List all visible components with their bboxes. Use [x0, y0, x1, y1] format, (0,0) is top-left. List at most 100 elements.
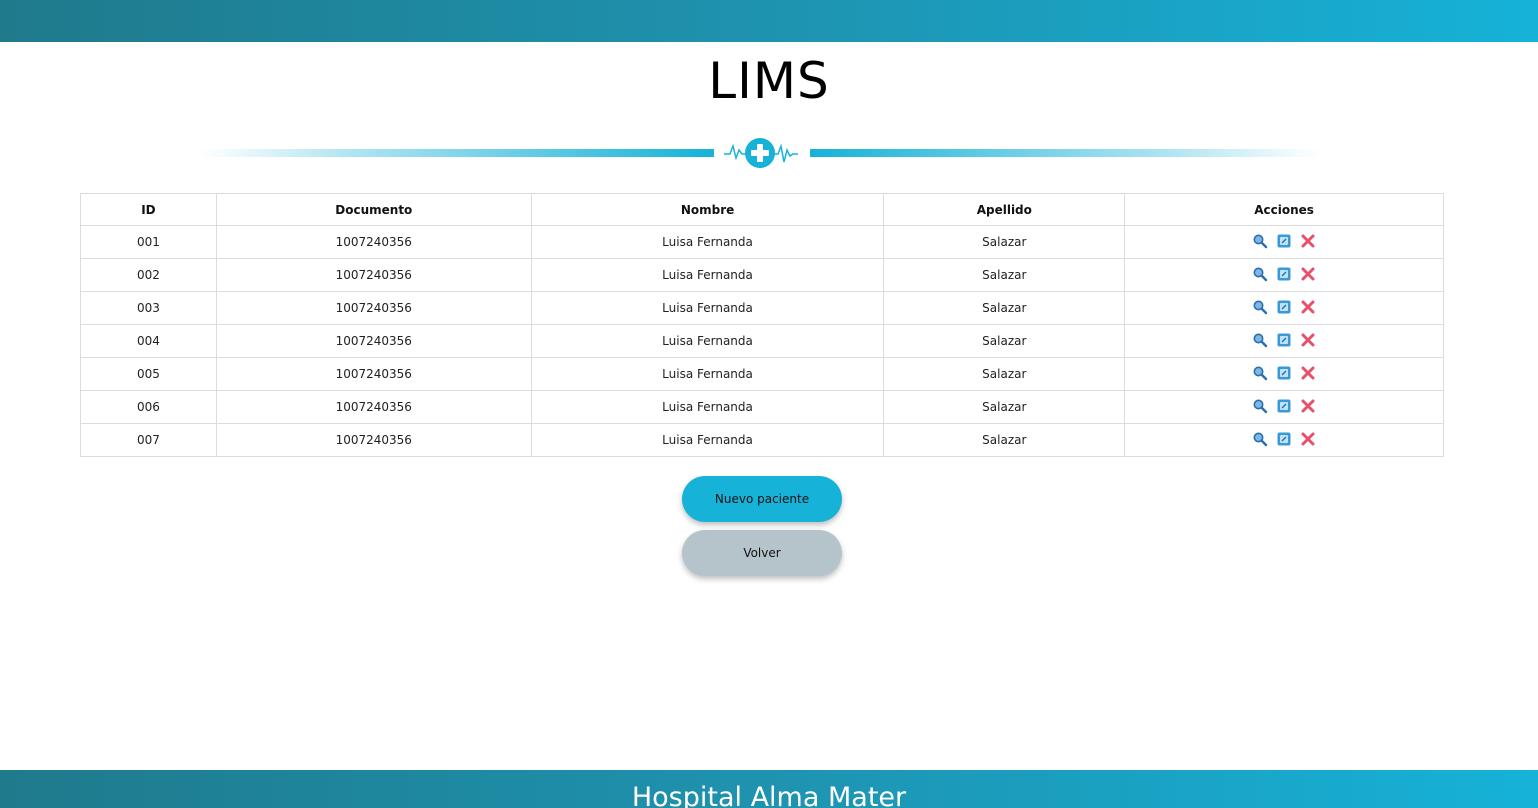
- cell-apellido: Salazar: [883, 423, 1126, 457]
- delete-button[interactable]: [1300, 266, 1316, 282]
- edit-button[interactable]: [1276, 332, 1292, 348]
- cell-documento: 1007240356: [215, 225, 532, 259]
- column-header-id: ID: [80, 193, 217, 226]
- title-divider: [200, 128, 1320, 178]
- cell-id: 001: [80, 225, 217, 259]
- edit-button[interactable]: [1276, 233, 1292, 249]
- edit-button[interactable]: [1276, 365, 1292, 381]
- cell-id: 005: [80, 357, 217, 391]
- patients-table-wrapper: ID Documento Nombre Apellido Acciones 00…: [80, 193, 1444, 457]
- edit-icon: [1276, 234, 1292, 252]
- delete-button[interactable]: [1300, 332, 1316, 348]
- table-row: 007 1007240356 Luisa Fernanda Salazar: [80, 423, 1444, 457]
- search-icon: [1252, 399, 1268, 417]
- column-header-documento: Documento: [215, 193, 532, 226]
- cell-nombre: Luisa Fernanda: [530, 390, 885, 424]
- delete-icon: [1300, 432, 1316, 450]
- page-title: LIMS: [708, 52, 830, 110]
- patients-table: ID Documento Nombre Apellido Acciones 00…: [80, 193, 1444, 457]
- cell-acciones: [1124, 324, 1444, 358]
- cell-apellido: Salazar: [883, 291, 1126, 325]
- cell-nombre: Luisa Fernanda: [530, 258, 885, 292]
- delete-button[interactable]: [1300, 398, 1316, 414]
- table-row: 002 1007240356 Luisa Fernanda Salazar: [80, 258, 1444, 292]
- row-actions: [1252, 233, 1316, 249]
- cell-id: 002: [80, 258, 217, 292]
- cell-documento: 1007240356: [215, 258, 532, 292]
- view-button[interactable]: [1252, 365, 1268, 381]
- cell-acciones: [1124, 291, 1444, 325]
- delete-button[interactable]: [1300, 299, 1316, 315]
- cell-documento: 1007240356: [215, 291, 532, 325]
- edit-button[interactable]: [1276, 266, 1292, 282]
- edit-icon: [1276, 267, 1292, 285]
- page: LIMS ID Documento Nombre Apellido Accion…: [0, 0, 1538, 808]
- cell-acciones: [1124, 357, 1444, 391]
- delete-icon: [1300, 267, 1316, 285]
- table-row: 006 1007240356 Luisa Fernanda Salazar: [80, 390, 1444, 424]
- footer: Hospital Alma Mater: [0, 770, 1538, 808]
- table-body: 001 1007240356 Luisa Fernanda Salazar 002 100…: [80, 225, 1444, 457]
- delete-button[interactable]: [1300, 431, 1316, 447]
- cell-documento: 1007240356: [215, 324, 532, 358]
- table-row: 001 1007240356 Luisa Fernanda Salazar: [80, 225, 1444, 259]
- cell-apellido: Salazar: [883, 258, 1126, 292]
- view-button[interactable]: [1252, 398, 1268, 414]
- delete-icon: [1300, 333, 1316, 351]
- cell-apellido: Salazar: [883, 357, 1126, 391]
- delete-icon: [1300, 234, 1316, 252]
- row-actions: [1252, 431, 1316, 447]
- edit-icon: [1276, 366, 1292, 384]
- cell-id: 004: [80, 324, 217, 358]
- row-actions: [1252, 266, 1316, 282]
- cell-id: 003: [80, 291, 217, 325]
- cell-apellido: Salazar: [883, 225, 1126, 259]
- search-icon: [1252, 333, 1268, 351]
- medical-pulse-icon: [724, 138, 798, 168]
- cell-acciones: [1124, 423, 1444, 457]
- back-button[interactable]: Volver: [682, 530, 842, 576]
- delete-button[interactable]: [1300, 365, 1316, 381]
- row-actions: [1252, 398, 1316, 414]
- delete-button[interactable]: [1300, 233, 1316, 249]
- cell-documento: 1007240356: [215, 357, 532, 391]
- edit-icon: [1276, 399, 1292, 417]
- column-header-apellido: Apellido: [883, 193, 1126, 226]
- cell-acciones: [1124, 225, 1444, 259]
- cell-apellido: Salazar: [883, 324, 1126, 358]
- view-button[interactable]: [1252, 299, 1268, 315]
- cell-acciones: [1124, 390, 1444, 424]
- delete-icon: [1300, 300, 1316, 318]
- column-header-acciones: Acciones: [1124, 193, 1444, 226]
- view-button[interactable]: [1252, 332, 1268, 348]
- search-icon: [1252, 234, 1268, 252]
- view-button[interactable]: [1252, 266, 1268, 282]
- view-button[interactable]: [1252, 233, 1268, 249]
- edit-button[interactable]: [1276, 431, 1292, 447]
- divider-line-right: [810, 149, 1320, 157]
- edit-icon: [1276, 432, 1292, 450]
- cell-nombre: Luisa Fernanda: [530, 291, 885, 325]
- search-icon: [1252, 432, 1268, 450]
- new-patient-button[interactable]: Nuevo paciente: [682, 476, 842, 522]
- table-row: 005 1007240356 Luisa Fernanda Salazar: [80, 357, 1444, 391]
- search-icon: [1252, 366, 1268, 384]
- delete-icon: [1300, 366, 1316, 384]
- view-button[interactable]: [1252, 431, 1268, 447]
- top-bar: [0, 0, 1538, 42]
- edit-button[interactable]: [1276, 398, 1292, 414]
- cell-nombre: Luisa Fernanda: [530, 324, 885, 358]
- row-actions: [1252, 299, 1316, 315]
- search-icon: [1252, 300, 1268, 318]
- row-actions: [1252, 332, 1316, 348]
- column-header-nombre: Nombre: [530, 193, 885, 226]
- search-icon: [1252, 267, 1268, 285]
- edit-button[interactable]: [1276, 299, 1292, 315]
- cell-id: 007: [80, 423, 217, 457]
- cell-nombre: Luisa Fernanda: [530, 357, 885, 391]
- footer-text: Hospital Alma Mater: [631, 782, 907, 808]
- cell-acciones: [1124, 258, 1444, 292]
- row-actions: [1252, 365, 1316, 381]
- table-row: 003 1007240356 Luisa Fernanda Salazar: [80, 291, 1444, 325]
- cell-apellido: Salazar: [883, 390, 1126, 424]
